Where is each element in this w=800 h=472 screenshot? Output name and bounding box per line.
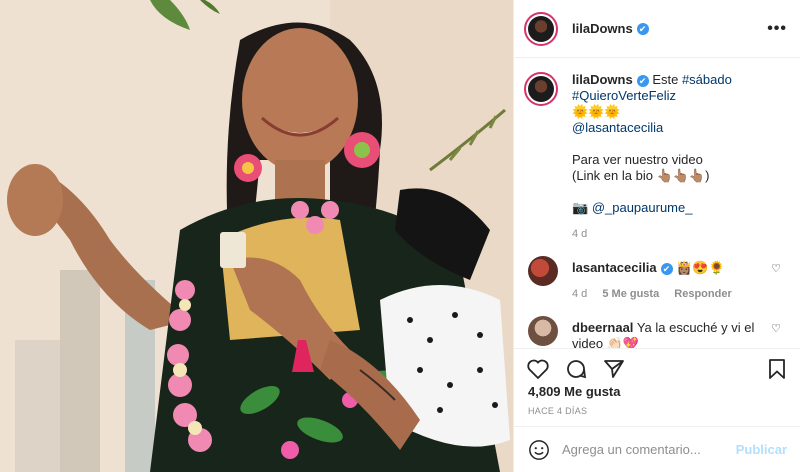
comment-text: 👸🏽😍🌻	[676, 260, 725, 275]
comment-username[interactable]: lasantacecilia	[572, 260, 657, 275]
comment-likes[interactable]: 5 Me gusta	[602, 288, 659, 300]
hashtag-sabado[interactable]: #sábado	[682, 72, 732, 87]
post-photo-illustration	[0, 0, 513, 472]
post-photo[interactable]	[0, 0, 513, 472]
add-comment-bar: Publicar	[514, 426, 800, 472]
caption-text-este: Este	[652, 72, 679, 87]
like-heart-icon[interactable]	[526, 357, 550, 381]
likes-count[interactable]: 4,809 Me gusta	[528, 384, 621, 399]
bookmark-icon[interactable]	[765, 357, 789, 381]
comment-avatar[interactable]	[528, 316, 558, 346]
comment-item: dbeernaal Ya la escuché y vi el video 👏🏻…	[524, 316, 785, 348]
header-username[interactable]: lilaDowns	[572, 21, 633, 36]
comment-like-heart-icon[interactable]: ♡	[771, 322, 781, 335]
mention-lasantacecilia[interactable]: @lasantacecilia	[572, 120, 663, 135]
action-bar	[514, 348, 800, 388]
comment-username[interactable]: dbeernaal	[572, 320, 633, 335]
camera-icon: 📷	[572, 200, 589, 215]
caption-avatar[interactable]	[524, 72, 558, 106]
caption: lilaDowns ✔ Este #sábado #QuieroVerteFeli…	[524, 72, 785, 242]
verified-icon: ✔	[636, 74, 649, 87]
verified-icon: ✔	[636, 22, 649, 35]
reply-button[interactable]: Responder	[674, 288, 731, 300]
comment-age[interactable]: 4 d	[572, 288, 587, 300]
more-icon[interactable]: •••	[767, 20, 787, 38]
mention-paupaurume[interactable]: @_paupaurume_	[592, 200, 693, 215]
post-time-ago[interactable]: HACE 4 DÍAS	[528, 406, 587, 416]
share-icon[interactable]	[602, 357, 626, 381]
verified-icon: ✔	[660, 262, 673, 275]
caption-username[interactable]: lilaDowns	[572, 72, 633, 87]
emoji-icon[interactable]	[528, 439, 550, 461]
hashtag-quieroVerteFeliz[interactable]: #QuieroVerteFeliz	[572, 88, 676, 103]
header-avatar[interactable]	[524, 11, 558, 46]
comment-avatar[interactable]	[528, 256, 558, 286]
comment-item: lasantacecilia ✔ 👸🏽😍🌻 4 d 5 Me gusta Resp…	[524, 256, 785, 302]
caption-line-link: (Link en la bio 👆🏽👆🏽👆🏽)	[572, 168, 710, 183]
comment-input[interactable]	[562, 442, 732, 457]
comment-like-heart-icon[interactable]: ♡	[771, 262, 781, 275]
caption-suns: 🌞🌞🌞	[572, 104, 621, 119]
caption-age[interactable]: 4 d	[572, 226, 772, 242]
comment-icon[interactable]	[564, 357, 588, 381]
post-header: lilaDowns ✔ •••	[514, 0, 800, 58]
post-side-panel: lilaDowns ✔ ••• lilaDowns ✔ Este #sábado …	[513, 0, 800, 472]
caption-line-ver: Para ver nuestro video	[572, 152, 703, 167]
publish-button[interactable]: Publicar	[736, 442, 787, 457]
comments-list[interactable]: lilaDowns ✔ Este #sábado #QuieroVerteFeli…	[514, 58, 800, 348]
